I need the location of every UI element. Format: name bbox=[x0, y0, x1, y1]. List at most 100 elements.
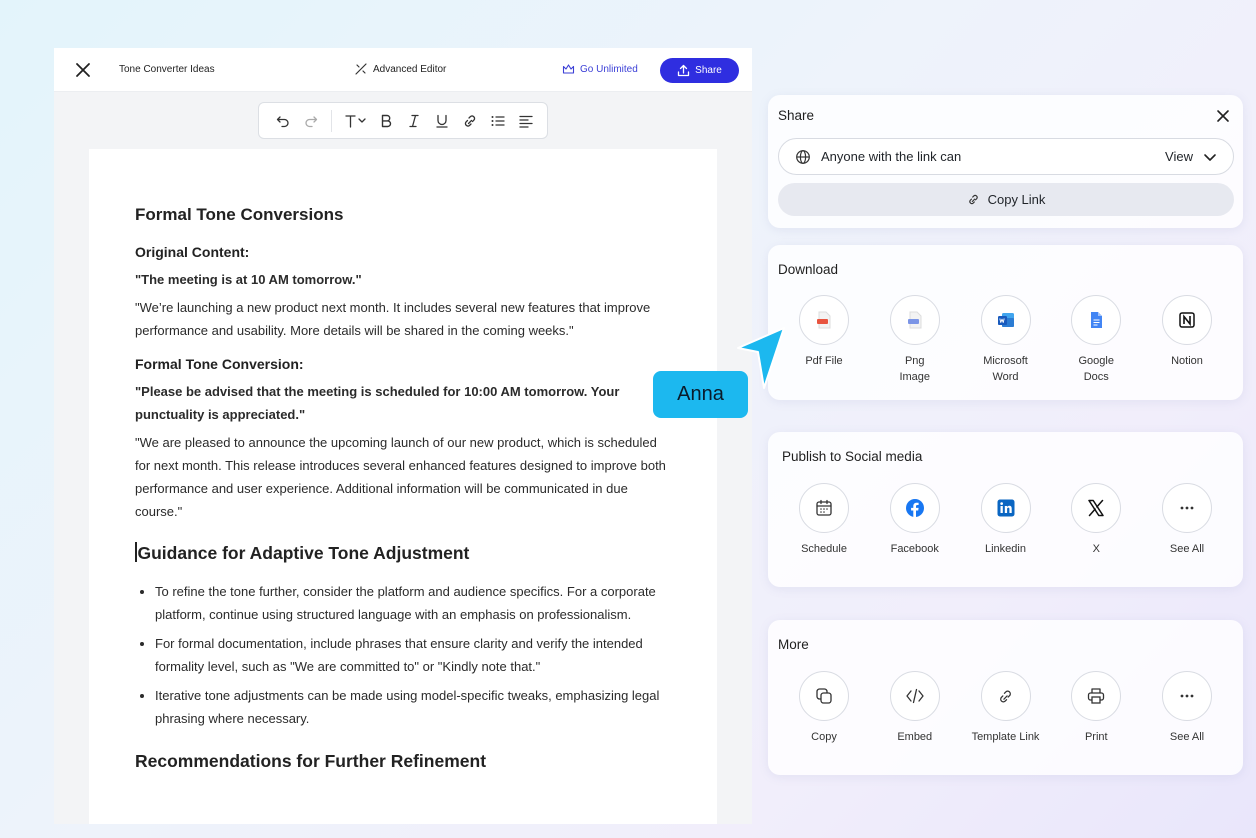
text-style-dropdown[interactable] bbox=[338, 107, 372, 135]
more-options: Copy Embed Template Link Print See All bbox=[778, 671, 1233, 745]
icon-circle bbox=[889, 483, 940, 533]
list-item: Iterative tone adjustments can be made u… bbox=[155, 685, 671, 730]
bullet-list-icon bbox=[491, 115, 505, 126]
download-panel: Download Pdf File Png Image Microsoft Wo… bbox=[768, 245, 1243, 400]
social-panel: Publish to Social media Schedule Faceboo… bbox=[768, 432, 1243, 587]
redo-button[interactable] bbox=[297, 107, 325, 135]
conversion-quote: "Please be advised that the meeting is s… bbox=[135, 384, 620, 422]
link-icon bbox=[968, 194, 978, 205]
text-caret bbox=[135, 542, 137, 562]
copy-button[interactable]: Copy bbox=[781, 671, 867, 745]
crown-icon bbox=[562, 64, 575, 74]
copy-link-button[interactable]: Copy Link bbox=[778, 183, 1234, 216]
advanced-editor-label: Advanced Editor bbox=[373, 63, 447, 75]
toolbar-divider bbox=[331, 109, 332, 132]
print-button[interactable]: Print bbox=[1053, 671, 1139, 745]
x-icon bbox=[1088, 499, 1104, 517]
share-button[interactable]: Share bbox=[660, 58, 739, 83]
facebook-icon bbox=[905, 499, 924, 517]
embed-button[interactable]: Embed bbox=[872, 671, 958, 745]
align-button[interactable] bbox=[512, 107, 540, 135]
download-google-docs[interactable]: Google Docs bbox=[1053, 295, 1139, 385]
guidance-list: To refine the tone further, consider the… bbox=[135, 581, 671, 730]
document-title: Tone Converter Ideas bbox=[119, 64, 215, 75]
icon-circle bbox=[799, 295, 849, 345]
heading-guidance-text: Guidance for Adaptive Tone Adjustment bbox=[137, 543, 470, 563]
text-type-icon bbox=[345, 114, 366, 128]
social-options: Schedule Facebook Linkedin X See All bbox=[778, 483, 1233, 557]
link-icon bbox=[1000, 690, 1011, 702]
chevron-down-icon bbox=[1204, 153, 1216, 161]
download-word[interactable]: Microsoft Word bbox=[963, 295, 1049, 385]
microsoft-word-icon bbox=[997, 313, 1014, 327]
icon-circle bbox=[1162, 671, 1212, 721]
template-link-button[interactable]: Template Link bbox=[963, 671, 1049, 745]
undo-icon bbox=[276, 115, 289, 127]
icon-circle bbox=[1071, 483, 1122, 533]
download-options: Pdf File Png Image Microsoft Word Google… bbox=[778, 295, 1233, 385]
x-button[interactable]: X bbox=[1053, 483, 1139, 557]
share-panel: Share Anyone with the link can View Copy… bbox=[768, 95, 1243, 228]
code-icon bbox=[906, 688, 924, 704]
original-content-heading: Original Content: bbox=[135, 244, 250, 260]
advanced-editor-button[interactable]: Advanced Editor bbox=[354, 62, 446, 76]
icon-circle bbox=[1162, 483, 1212, 533]
formatting-toolbar bbox=[258, 102, 548, 139]
list-item: To refine the tone further, consider the… bbox=[155, 581, 671, 626]
close-icon[interactable] bbox=[1215, 108, 1231, 124]
heading-recommendations: Recommendations for Further Refinement bbox=[135, 751, 487, 771]
editor-topbar: Tone Converter Ideas Advanced Editor Go … bbox=[54, 48, 752, 92]
google-docs-icon bbox=[1091, 312, 1103, 328]
bullet-list-button[interactable] bbox=[484, 107, 512, 135]
more-icon bbox=[1180, 694, 1194, 698]
see-all-social-button[interactable]: See All bbox=[1144, 483, 1230, 557]
copy-icon bbox=[816, 688, 832, 704]
calendar-icon bbox=[816, 499, 832, 516]
bold-icon bbox=[381, 114, 392, 127]
download-pdf-label: Pdf File bbox=[805, 355, 843, 367]
link-button[interactable] bbox=[456, 107, 484, 135]
icon-circle bbox=[889, 671, 940, 721]
align-left-icon bbox=[519, 115, 533, 128]
download-notion-label: Notion bbox=[1171, 355, 1203, 367]
more-title: More bbox=[778, 637, 809, 652]
facebook-label: Facebook bbox=[890, 543, 939, 555]
document-page[interactable]: Formal Tone Conversions Original Content… bbox=[89, 149, 717, 824]
download-png[interactable]: Png Image bbox=[872, 295, 958, 385]
download-png-label: Png Image bbox=[899, 355, 931, 383]
go-unlimited-button[interactable]: Go Unlimited bbox=[562, 63, 638, 75]
see-all-more-label: See All bbox=[1169, 731, 1205, 743]
icon-circle bbox=[889, 295, 940, 345]
original-quote: "The meeting is at 10 AM tomorrow." bbox=[135, 272, 362, 287]
see-all-more-button[interactable]: See All bbox=[1144, 671, 1230, 745]
link-permission-select[interactable]: Anyone with the link can View bbox=[778, 138, 1234, 175]
close-icon[interactable] bbox=[74, 61, 92, 79]
collaborator-name-tag: Anna bbox=[653, 371, 748, 418]
italic-button[interactable] bbox=[400, 107, 428, 135]
schedule-button[interactable]: Schedule bbox=[781, 483, 867, 557]
icon-circle bbox=[1071, 295, 1122, 345]
facebook-button[interactable]: Facebook bbox=[872, 483, 958, 557]
download-title: Download bbox=[778, 262, 839, 277]
bold-button[interactable] bbox=[372, 107, 400, 135]
italic-icon bbox=[409, 114, 419, 127]
redo-icon bbox=[305, 115, 318, 127]
notion-icon bbox=[1179, 312, 1195, 328]
original-paragraph: "We’re launching a new product next mont… bbox=[135, 300, 651, 338]
globe-icon bbox=[796, 149, 810, 164]
heading-guidance: Guidance for Adaptive Tone Adjustment bbox=[135, 542, 671, 564]
more-panel: More Copy Embed Template Link Print See … bbox=[768, 620, 1243, 775]
underline-button[interactable] bbox=[428, 107, 456, 135]
linkedin-button[interactable]: Linkedin bbox=[963, 483, 1049, 557]
undo-button[interactable] bbox=[269, 107, 297, 135]
permission-label: Anyone with the link can bbox=[821, 149, 962, 164]
template-link-label: Template Link bbox=[971, 731, 1040, 743]
copy-label: Copy bbox=[811, 731, 837, 743]
x-label: X bbox=[1092, 543, 1100, 555]
share-panel-title: Share bbox=[778, 108, 815, 123]
download-notion[interactable]: Notion bbox=[1144, 295, 1230, 385]
icon-circle bbox=[980, 483, 1031, 533]
download-pdf[interactable]: Pdf File bbox=[781, 295, 867, 385]
heading-formal-tone: Formal Tone Conversions bbox=[135, 205, 344, 224]
pdf-file-icon bbox=[817, 311, 831, 329]
